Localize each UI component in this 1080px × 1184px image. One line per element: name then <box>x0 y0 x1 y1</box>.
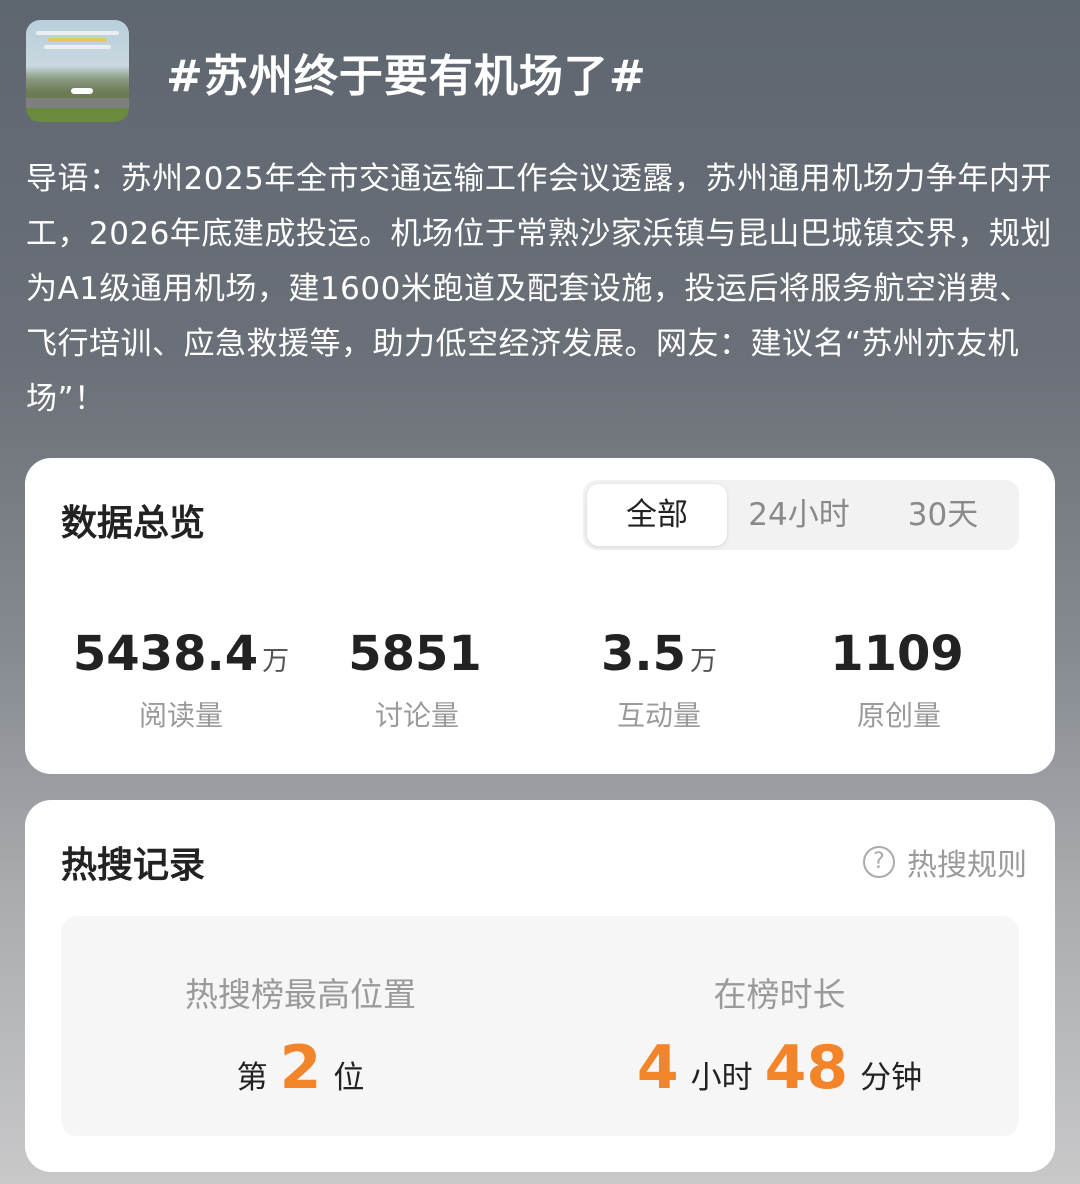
stat-originals: 1109 原创量 <box>779 626 1019 734</box>
airport-thumbnail[interactable] <box>26 20 129 122</box>
hot-search-title: 热搜记录 <box>61 845 206 886</box>
highest-position-heading: 热搜榜最高位置 <box>185 975 416 1014</box>
overview-title: 数据总览 <box>61 503 206 544</box>
duration-minutes: 48 <box>764 1033 849 1103</box>
rank-suffix: 位 <box>333 1060 365 1096</box>
hours-unit: 小时 <box>690 1060 753 1096</box>
question-circle-icon: ? <box>863 846 895 878</box>
stat-interactions: 3.5 万 互动量 <box>539 626 779 734</box>
topic-header: #苏州终于要有机场了# <box>26 20 1056 122</box>
hot-search-card: 热搜记录 ? 热搜规则 热搜榜最高位置 第 2 位 在榜时长 4 小时 48 分… <box>25 800 1055 1172</box>
stat-label: 原创量 <box>856 699 941 732</box>
topic-title: #苏州终于要有机场了# <box>166 51 647 102</box>
on-list-duration: 在榜时长 4 小时 48 分钟 <box>540 916 1019 1136</box>
stat-label: 互动量 <box>616 699 701 732</box>
rules-link-label: 热搜规则 <box>907 848 1027 883</box>
tab-24h[interactable]: 24小时 <box>729 484 869 546</box>
tab-30d[interactable]: 30天 <box>873 484 1013 546</box>
stat-value: 5438.4 <box>72 626 259 682</box>
data-overview-card: 数据总览 全部 24小时 30天 5438.4 万 阅读量 5851 讨论量 3.… <box>25 458 1055 774</box>
time-range-tabs: 全部 24小时 30天 <box>583 480 1019 550</box>
rank-value: 2 <box>279 1033 322 1103</box>
stat-value: 5851 <box>348 626 482 682</box>
topic-intro: 导语：苏州2025年全市交通运输工作会议透露，苏州通用机场力争年内开工，2026… <box>26 161 1052 417</box>
stat-unit: 万 <box>690 646 718 677</box>
stat-unit: 万 <box>262 646 290 677</box>
rank-prefix: 第 <box>236 1060 268 1096</box>
hot-search-rules-link[interactable]: ? 热搜规则 <box>863 840 1027 884</box>
minutes-unit: 分钟 <box>860 1060 923 1096</box>
tab-all[interactable]: 全部 <box>587 484 727 546</box>
stat-discussions: 5851 讨论量 <box>297 626 537 734</box>
stat-label: 阅读量 <box>138 699 223 732</box>
hot-search-summary: 热搜榜最高位置 第 2 位 在榜时长 4 小时 48 分钟 <box>61 916 1019 1136</box>
duration-heading: 在榜时长 <box>713 975 846 1014</box>
highest-position: 热搜榜最高位置 第 2 位 <box>61 916 540 1136</box>
stat-value: 1109 <box>830 626 964 682</box>
stat-label: 讨论量 <box>374 699 459 732</box>
stat-value: 3.5 <box>600 626 687 682</box>
stat-reads: 5438.4 万 阅读量 <box>61 626 301 734</box>
duration-hours: 4 <box>636 1033 679 1103</box>
